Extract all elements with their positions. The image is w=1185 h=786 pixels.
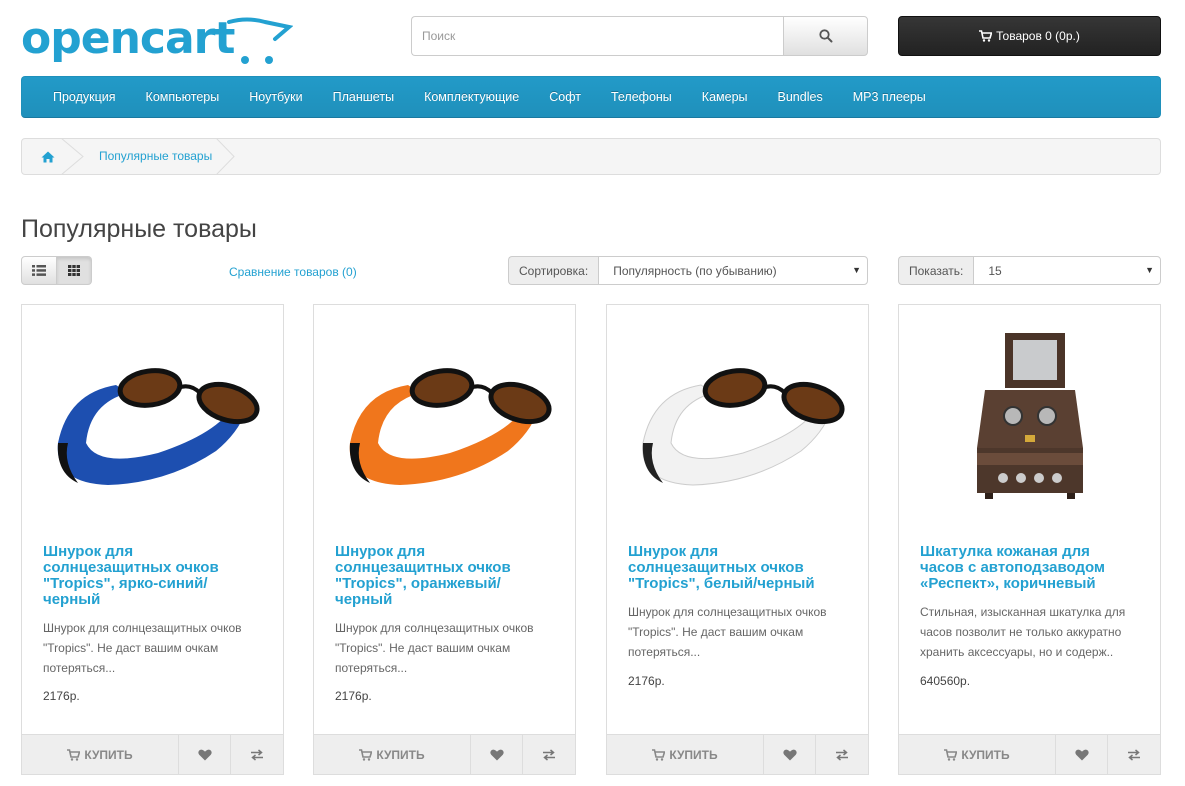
exchange-icon: [1128, 748, 1140, 761]
compare-button[interactable]: [1108, 735, 1160, 774]
cart-total: Товаров 0 (0р.): [996, 29, 1080, 43]
add-to-cart-label: КУПИТЬ: [376, 747, 425, 762]
menu-item-tablets[interactable]: Планшеты: [318, 76, 409, 118]
wishlist-button[interactable]: [471, 735, 523, 774]
add-to-cart-button[interactable]: КУПИТЬ: [22, 735, 179, 774]
add-to-cart-button[interactable]: КУПИТЬ: [314, 735, 471, 774]
page-title: Популярные товары: [21, 215, 257, 243]
compare-button[interactable]: [816, 735, 868, 774]
wishlist-button[interactable]: [179, 735, 231, 774]
shopping-cart-icon: [944, 748, 958, 761]
product-description: Стильная, изысканная шкатулка для часов …: [920, 605, 1126, 659]
add-to-cart-label: КУПИТЬ: [84, 747, 133, 762]
limit-label: Показать:: [898, 256, 974, 285]
product-name[interactable]: Шкатулка кожаная для часов с автоподзаво…: [920, 544, 1130, 592]
limit-select[interactable]: 15 ▼: [973, 256, 1161, 285]
menu-item-bundles[interactable]: Bundles: [763, 76, 838, 118]
search-icon: [818, 29, 832, 43]
exchange-icon: [251, 748, 263, 761]
search-input[interactable]: [411, 16, 783, 56]
breadcrumb-current[interactable]: Популярные товары: [74, 139, 238, 174]
menu-item-mp3[interactable]: MP3 плееры: [838, 76, 941, 118]
menu-item-phones[interactable]: Телефоны: [596, 76, 687, 118]
add-to-cart-button[interactable]: КУПИТЬ: [607, 735, 764, 774]
exchange-icon: [543, 748, 555, 761]
menu-item-components[interactable]: Комплектующие: [409, 76, 534, 118]
product-card: Шнурок для солнцезащитных очков "Tropics…: [313, 304, 576, 775]
compare-button[interactable]: [523, 735, 575, 774]
watch-box-image: [976, 333, 1083, 499]
breadcrumb: Популярные товары: [21, 138, 1161, 175]
menu-item-software[interactable]: Софт: [534, 76, 596, 118]
logo[interactable]: opencart: [21, 13, 293, 68]
list-icon: [31, 265, 46, 276]
product-price: 640560р.: [920, 674, 971, 688]
menu-item-products[interactable]: Продукция: [38, 76, 131, 118]
shopping-cart-icon: [979, 30, 993, 42]
sunglasses-strap-image: [57, 368, 260, 485]
product-price: 2176р.: [43, 689, 80, 703]
shopping-cart-icon: [359, 748, 373, 761]
product-price: 2176р.: [335, 689, 372, 703]
sunglasses-strap-image: [641, 368, 845, 486]
breadcrumb-home[interactable]: [22, 139, 84, 174]
exchange-icon: [836, 748, 848, 761]
menu-item-computers[interactable]: Компьютеры: [131, 76, 235, 118]
cart-logo-icon: [227, 17, 293, 64]
product-card: Шнурок для солнцезащитных очков "Tropics…: [21, 304, 284, 775]
sort-control: Сортировка: Популярность (по убыванию) ▼: [508, 256, 868, 285]
product-image[interactable]: [607, 305, 868, 531]
product-description: Шнурок для солнцезащитных очков "Tropics…: [628, 605, 827, 659]
product-card: Шкатулка кожаная для часов с автоподзаво…: [898, 304, 1161, 775]
view-toggle: [21, 256, 92, 285]
compare-button[interactable]: [231, 735, 283, 774]
product-name[interactable]: Шнурок для солнцезащитных очков "Tropics…: [335, 544, 545, 608]
menu-item-cameras[interactable]: Камеры: [687, 76, 763, 118]
cart-button[interactable]: Товаров 0 (0р.): [898, 16, 1161, 56]
compare-link[interactable]: Сравнение товаров (0): [229, 265, 357, 279]
heart-icon: [489, 749, 504, 760]
sort-selected-value: Популярность (по убыванию): [613, 263, 777, 278]
search-bar: [411, 16, 868, 56]
product-card: Шнурок для солнцезащитных очков "Tropics…: [606, 304, 869, 775]
product-name[interactable]: Шнурок для солнцезащитных очков "Tropics…: [43, 544, 253, 608]
product-price: 2176р.: [628, 674, 665, 688]
product-buttons: КУПИТЬ: [22, 734, 283, 774]
menu-item-laptops[interactable]: Ноутбуки: [234, 76, 317, 118]
grid-icon: [67, 265, 80, 276]
heart-icon: [1074, 749, 1089, 760]
product-buttons: КУПИТЬ: [899, 734, 1160, 774]
grid-view-button[interactable]: [56, 256, 92, 285]
add-to-cart-label: КУПИТЬ: [961, 747, 1010, 762]
main-menu: Продукция Компьютеры Ноутбуки Планшеты К…: [21, 76, 1161, 118]
product-name[interactable]: Шнурок для солнцезащитных очков "Tropics…: [628, 544, 838, 592]
wishlist-button[interactable]: [1056, 735, 1108, 774]
chevron-down-icon: ▼: [852, 265, 861, 275]
add-to-cart-button[interactable]: КУПИТЬ: [899, 735, 1056, 774]
product-buttons: КУПИТЬ: [314, 734, 575, 774]
sort-select[interactable]: Популярность (по убыванию) ▼: [598, 256, 868, 285]
sort-label: Сортировка:: [508, 256, 599, 285]
product-buttons: КУПИТЬ: [607, 734, 868, 774]
heart-icon: [782, 749, 797, 760]
home-icon: [41, 151, 55, 162]
chevron-down-icon: ▼: [1145, 265, 1154, 275]
limit-control: Показать: 15 ▼: [898, 256, 1161, 285]
heart-icon: [197, 749, 212, 760]
product-image[interactable]: [899, 305, 1160, 531]
search-button[interactable]: [783, 16, 868, 56]
product-image[interactable]: [314, 305, 575, 531]
breadcrumb-current-label: Популярные товары: [99, 149, 213, 163]
shopping-cart-icon: [652, 748, 666, 761]
product-description: Шнурок для солнцезащитных очков "Tropics…: [43, 621, 242, 675]
product-image[interactable]: [22, 305, 283, 531]
list-view-button[interactable]: [21, 256, 57, 285]
wishlist-button[interactable]: [764, 735, 816, 774]
logo-text: opencart: [21, 13, 235, 64]
shopping-cart-icon: [67, 748, 81, 761]
product-description: Шнурок для солнцезащитных очков "Tropics…: [335, 621, 534, 675]
sunglasses-strap-image: [349, 368, 552, 485]
limit-selected-value: 15: [988, 263, 1002, 278]
add-to-cart-label: КУПИТЬ: [669, 747, 718, 762]
